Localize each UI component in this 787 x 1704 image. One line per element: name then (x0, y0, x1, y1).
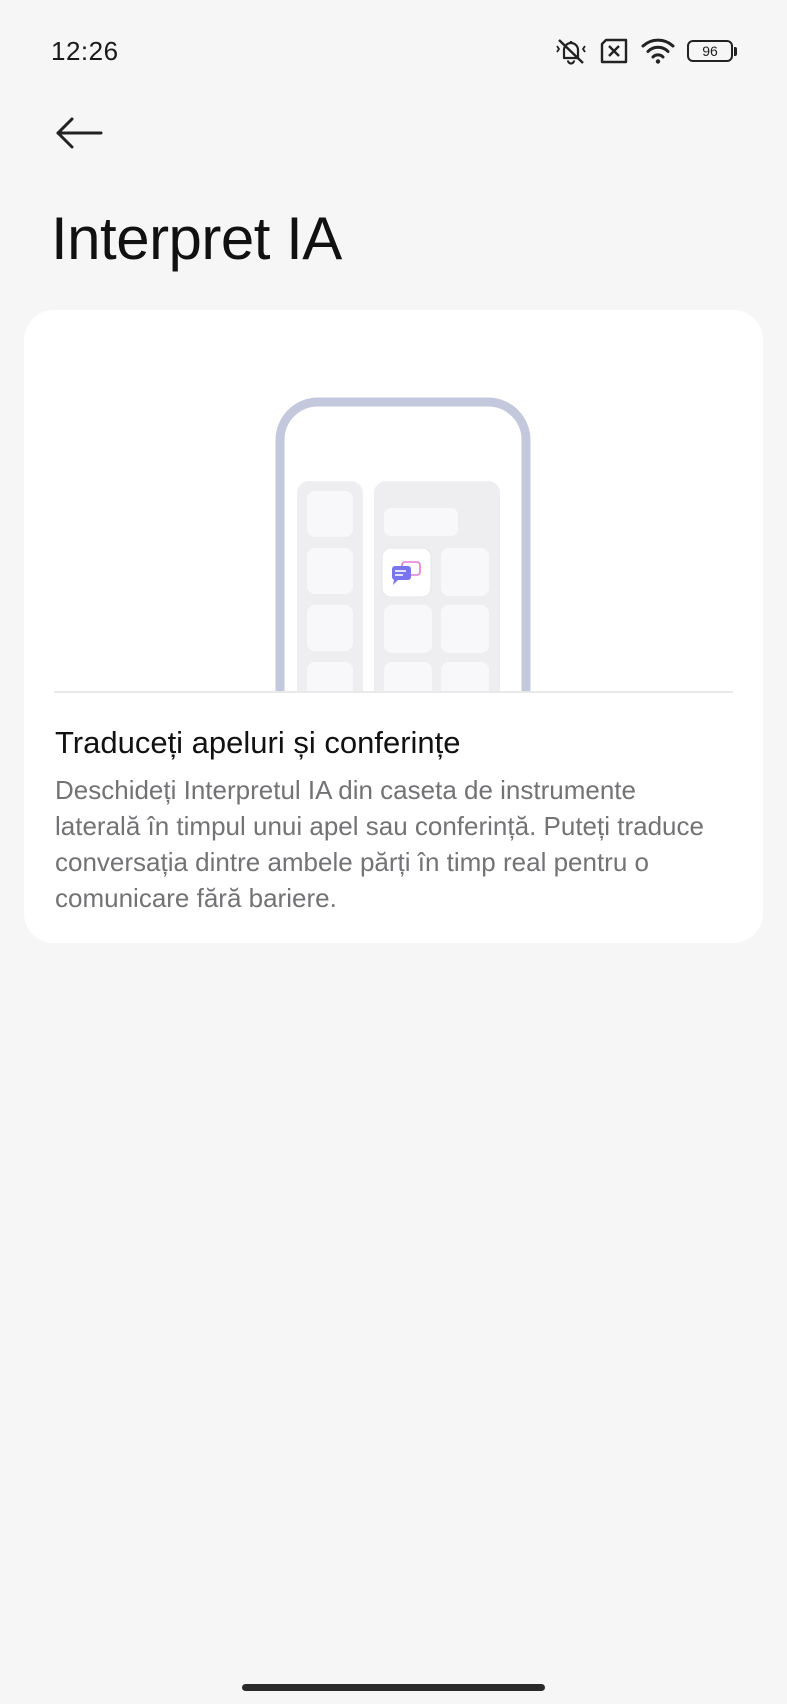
feature-card: Traduceți apeluri și conferințe Deschide… (24, 310, 763, 943)
battery-icon: 96 (687, 40, 737, 62)
card-divider (54, 691, 733, 693)
battery-level: 96 (687, 40, 733, 62)
home-indicator[interactable] (242, 1684, 545, 1691)
arrow-left-icon (55, 116, 103, 155)
wifi-icon (641, 38, 675, 64)
mute-vibrate-icon (555, 36, 587, 66)
status-bar: 12:26 96 (0, 0, 787, 100)
back-button[interactable] (44, 104, 114, 166)
no-sim-icon (599, 38, 629, 64)
card-description: Deschideți Interpretul IA din caseta de … (55, 775, 704, 913)
status-time: 12:26 (51, 36, 119, 66)
status-icons: 96 (555, 34, 737, 68)
card-heading: Traduceți apeluri și conferințe (55, 725, 461, 760)
phone-sidebar-toolbox-illustration (54, 310, 733, 693)
page-title: Interpret IA (51, 205, 342, 272)
